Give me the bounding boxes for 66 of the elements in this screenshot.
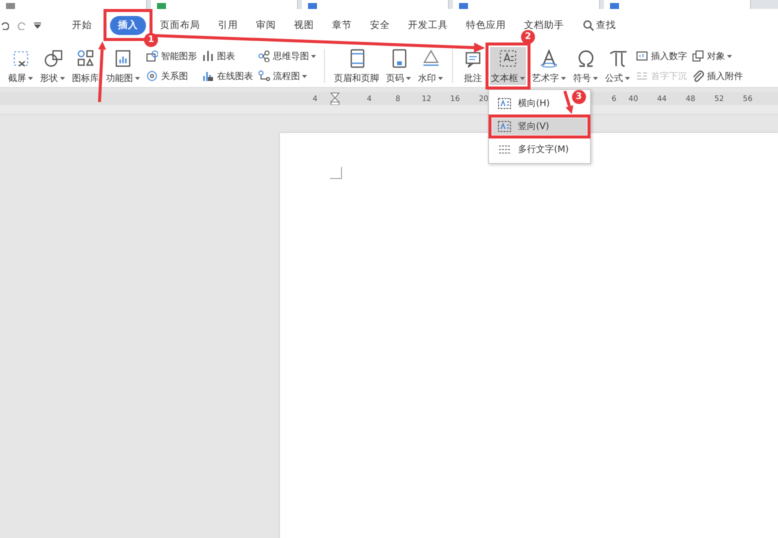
- number-icon: [636, 50, 648, 62]
- paperclip-icon: [692, 70, 704, 82]
- bar-chart-icon: [202, 50, 214, 62]
- annotation-arrow: [98, 42, 106, 102]
- ribbon-button[interactable]: 图标库: [71, 47, 100, 85]
- annotation-arrow: [563, 90, 574, 114]
- ribbon-button[interactable]: 插入数字: [636, 50, 687, 62]
- ribbon-button[interactable]: 在线图表: [202, 70, 253, 82]
- relation-icon: [146, 70, 158, 82]
- highlight-frame: [104, 9, 152, 41]
- flowchart-icon: [258, 70, 270, 82]
- document-tab[interactable]: [0, 0, 147, 9]
- menu-tab[interactable]: 插入: [110, 16, 146, 34]
- ribbon-button[interactable]: 形状: [39, 47, 66, 85]
- ribbon-button[interactable]: 批注: [461, 47, 485, 85]
- margin-corner-icon: [330, 167, 342, 179]
- ribbon-button[interactable]: 智能图形: [146, 50, 197, 62]
- undo-icon[interactable]: [1, 20, 9, 30]
- menu-tab[interactable]: 开发工具: [408, 16, 448, 34]
- document-tab[interactable]: [453, 0, 600, 9]
- ribbon-button[interactable]: 功能图: [105, 47, 141, 85]
- ribbon-button[interactable]: 页眉和页脚: [333, 47, 380, 85]
- menu-tab[interactable]: 引用: [218, 16, 238, 34]
- text-box-icon: [497, 48, 519, 69]
- ribbon-button[interactable]: 流程图: [258, 70, 316, 82]
- menu-item[interactable]: 横向(H): [492, 95, 556, 112]
- customize-icon[interactable]: [34, 22, 41, 28]
- document-tab[interactable]: [604, 0, 751, 9]
- menu-tab[interactable]: 审阅: [256, 16, 276, 34]
- ribbon-button[interactable]: 关系图: [146, 70, 197, 82]
- menu-item[interactable]: 竖向(V): [492, 118, 587, 135]
- menu-item[interactable]: 多行文字(M): [492, 141, 575, 158]
- lines-icon: [498, 144, 511, 155]
- smart-shape-icon: [146, 50, 158, 62]
- ribbon-button[interactable]: 思维导图: [258, 50, 316, 62]
- text-box-icon: [498, 98, 511, 109]
- indent-marker-icon[interactable]: [330, 92, 340, 105]
- menu-tab[interactable]: 章节: [332, 16, 352, 34]
- ribbon-button[interactable]: 水印: [417, 47, 444, 85]
- letter-a-icon: [538, 48, 560, 69]
- menu-tab[interactable]: 特色应用: [466, 16, 506, 34]
- document-tab[interactable]: [302, 0, 449, 9]
- menu-tab[interactable]: 安全: [370, 16, 390, 34]
- ribbon-button[interactable]: 公式: [604, 47, 631, 85]
- drop-cap-icon: [636, 70, 648, 82]
- mind-map-icon: [258, 50, 270, 62]
- ribbon-button[interactable]: 文本框: [490, 47, 526, 85]
- menu-tab[interactable]: 页面布局: [160, 16, 200, 34]
- menu-tab[interactable]: 视图: [294, 16, 314, 34]
- highlight-frame: [486, 42, 530, 90]
- text-box-icon: [498, 121, 511, 132]
- ribbon-button[interactable]: 符号: [572, 47, 599, 85]
- ribbon-button[interactable]: 图表: [202, 50, 253, 62]
- object-icon: [692, 50, 704, 62]
- search-button[interactable]: 查找: [583, 18, 616, 32]
- online-chart-icon: [202, 70, 214, 82]
- ribbon-button[interactable]: 插入附件: [692, 70, 743, 82]
- ribbon-button[interactable]: 对象: [692, 50, 743, 62]
- icon-grid-icon: [74, 48, 96, 69]
- search-icon: [583, 20, 594, 30]
- document-tab[interactable]: [151, 0, 298, 9]
- ribbon-button[interactable]: 截屏: [7, 47, 34, 85]
- menu-tab[interactable]: 开始: [72, 16, 92, 34]
- redo-icon[interactable]: [17, 20, 26, 30]
- ribbon-button[interactable]: 页码: [385, 47, 412, 85]
- ribbon-button[interactable]: 艺术字: [531, 47, 567, 85]
